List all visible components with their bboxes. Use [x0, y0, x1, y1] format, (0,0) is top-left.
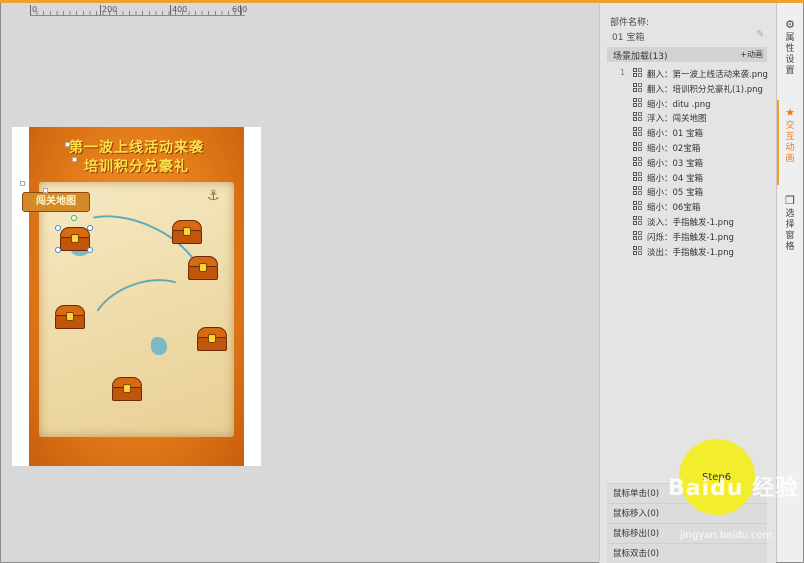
ruler-label: 0	[32, 5, 38, 14]
chest-03[interactable]	[188, 256, 218, 280]
watermark-url: jingyan.baidu.com	[680, 530, 773, 541]
sequence-icon	[633, 97, 643, 108]
part-name-field[interactable]: 01 宝箱	[612, 30, 644, 43]
poster[interactable]: 第一波上线活动来袭 培训积分兑豪礼	[29, 127, 244, 466]
tab-interaction[interactable]: ★ 交互动画	[777, 107, 803, 165]
chest-05[interactable]	[197, 327, 227, 351]
chest-lock-icon	[123, 384, 131, 393]
animation-row[interactable]: 1 翻入：第一波上线活动来袭.png	[620, 67, 770, 82]
ruler-label: 200	[102, 5, 118, 14]
sequence-icon	[633, 201, 643, 211]
chest-lock-icon	[183, 227, 191, 236]
poster-title-line1[interactable]: 第一波上线活动来袭	[29, 137, 244, 157]
resize-handle[interactable]	[55, 225, 61, 231]
scene-load-header[interactable]: 场景加载(13) +动画	[607, 47, 767, 62]
ruler-major-tick	[100, 5, 101, 15]
map-banner[interactable]: 闯关地图	[22, 192, 90, 212]
element-marker[interactable]	[65, 142, 70, 147]
pencil-icon[interactable]: ✎	[756, 29, 764, 40]
animation-row[interactable]: 缩小：01 宝箱	[620, 126, 770, 141]
animation-row[interactable]: 缩小：06宝箱	[620, 200, 770, 215]
event-double-click[interactable]: 鼠标双击(0)	[607, 543, 767, 563]
ruler-label: 600	[232, 5, 248, 14]
animation-row[interactable]: 缩小：05 宝箱	[620, 185, 770, 200]
animation-row[interactable]: 缩小：03 宝箱	[620, 156, 770, 171]
animation-row[interactable]: 闪烁：手指触发-1.png	[620, 230, 770, 245]
chest-lock-icon	[199, 263, 207, 272]
sequence-icon	[633, 141, 643, 152]
layers-icon: ❐	[785, 194, 795, 207]
animation-label: 闪烁：手指触发-1.png	[647, 232, 734, 243]
chest-06[interactable]	[112, 377, 142, 401]
sequence-icon	[633, 112, 643, 122]
chest-01[interactable]	[60, 227, 90, 251]
sequence-icon	[633, 156, 643, 167]
animation-label: 缩小：06宝箱	[647, 203, 701, 214]
animation-label: 缩小：05 宝箱	[647, 188, 704, 199]
star-icon: ★	[785, 106, 795, 119]
sequence-icon	[633, 171, 643, 182]
watermark-logo: Baidu 经验	[668, 476, 799, 501]
resize-handle[interactable]	[87, 247, 93, 253]
animation-label: 缩小：02宝箱	[647, 143, 701, 154]
chest-02[interactable]	[172, 220, 202, 244]
animation-row[interactable]: 浮入：闯关地图	[620, 111, 770, 126]
sequence-icon	[633, 215, 643, 226]
animation-label: 淡出：手指触发-1.png	[647, 247, 734, 258]
tab-properties-label: 属性设置	[785, 33, 795, 76]
animation-label: 缩小：ditu .png	[647, 99, 711, 110]
anchor-icon: ⚓	[207, 188, 220, 204]
animation-label: 缩小：01 宝箱	[647, 129, 704, 140]
scene-load-title: 场景加载(13)	[613, 52, 668, 62]
tab-interaction-label: 交互动画	[785, 121, 795, 164]
sequence-icon	[633, 186, 643, 196]
sequence-icon	[633, 245, 643, 256]
resize-handle[interactable]	[87, 225, 93, 231]
ruler-major-tick	[170, 5, 171, 15]
animation-row[interactable]: 缩小：ditu .png	[620, 97, 770, 112]
element-marker[interactable]	[43, 188, 48, 193]
animation-order-number: 1	[620, 68, 626, 77]
sequence-icon	[633, 82, 643, 93]
animation-row[interactable]: 淡出：手指触发-1.png	[620, 245, 770, 260]
event-mouse-enter[interactable]: 鼠标移入(0)	[607, 503, 767, 523]
animation-label: 缩小：04 宝箱	[647, 173, 704, 184]
element-marker[interactable]	[20, 181, 25, 186]
resize-handle[interactable]	[55, 247, 61, 253]
sequence-icon	[633, 127, 643, 137]
add-animation-button[interactable]: +动画	[740, 49, 763, 60]
animation-row[interactable]: 淡入：手指触发-1.png	[620, 215, 770, 230]
chest-lock-icon	[208, 334, 216, 343]
animation-list: 1 翻入：第一波上线活动来袭.png 翻入：培训积分兑豪礼(1).png 缩小：dit…	[620, 67, 770, 259]
animation-label: 浮入：闯关地图	[647, 114, 707, 125]
ruler-label: 400	[172, 5, 188, 14]
animation-row[interactable]: 缩小：04 宝箱	[620, 171, 770, 186]
horizontal-ruler: 0 200 400 600	[30, 5, 248, 16]
tab-select-window[interactable]: ❐ 选择窗格	[777, 195, 803, 253]
rotate-handle[interactable]	[71, 215, 77, 221]
part-name-label: 部件名称:	[610, 18, 650, 28]
animation-label: 淡入：手指触发-1.png	[647, 217, 734, 228]
sequence-icon	[633, 68, 643, 78]
gear-icon: ⚙	[785, 18, 795, 31]
element-marker[interactable]	[72, 157, 77, 162]
chest-lock-icon	[66, 312, 74, 321]
chest-lock-icon	[71, 234, 79, 243]
map-lake	[151, 337, 167, 355]
animation-label: 翻入：培训积分兑豪礼(1).png	[647, 84, 763, 95]
tab-select-window-label: 选择窗格	[785, 209, 795, 252]
ruler-major-tick	[30, 5, 31, 15]
animation-row[interactable]: 缩小：02宝箱	[620, 141, 770, 156]
animation-label: 缩小：03 宝箱	[647, 158, 704, 169]
poster-title-line2[interactable]: 培训积分兑豪礼	[29, 156, 244, 176]
animation-row[interactable]: 翻入：培训积分兑豪礼(1).png	[620, 82, 770, 97]
sequence-icon	[633, 230, 643, 241]
animation-label: 翻入：第一波上线活动来袭.png	[647, 70, 768, 80]
tab-properties[interactable]: ⚙ 属性设置	[777, 19, 803, 77]
chest-04[interactable]	[55, 305, 85, 329]
